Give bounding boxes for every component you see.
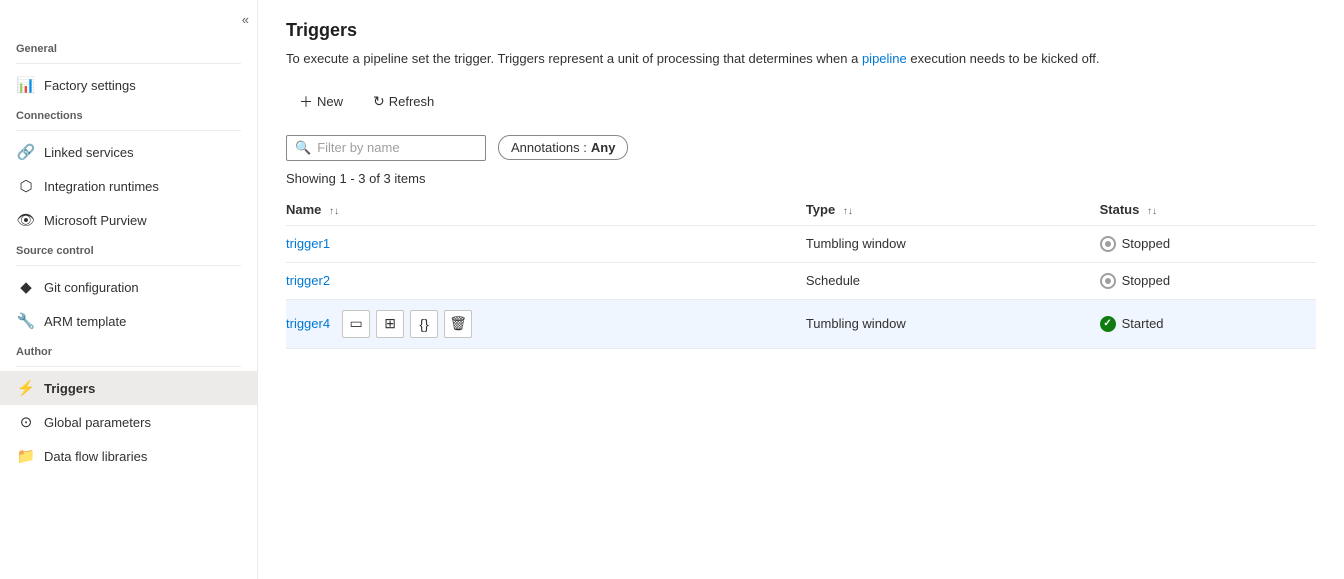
linked-services-icon: 🔗	[16, 143, 36, 161]
section-label-source-control: Source control	[0, 237, 257, 261]
arm-template-icon: 🔧	[16, 312, 36, 330]
sidebar-item-label-triggers: Triggers	[44, 381, 95, 396]
sidebar-item-label-linked-services: Linked services	[44, 145, 134, 160]
sidebar-item-global-parameters[interactable]: ⊙ Global parameters	[0, 405, 257, 439]
col-header-status[interactable]: Status ↑↓	[1100, 194, 1316, 226]
toolbar: ＋ New ↻ Refresh	[286, 85, 1316, 119]
sidebar-item-label-git-configuration: Git configuration	[44, 280, 139, 295]
sidebar-item-label-integration-runtimes: Integration runtimes	[44, 179, 159, 194]
type-sort-icon: ↑↓	[843, 206, 853, 217]
json-button[interactable]: {}	[410, 310, 438, 338]
collapse-button[interactable]: «	[0, 8, 257, 35]
trigger-link-trigger1[interactable]: trigger1	[286, 236, 330, 251]
delete-button[interactable]: 🗑	[444, 310, 472, 338]
search-icon: 🔍	[295, 140, 311, 156]
trigger-link-trigger2[interactable]: trigger2	[286, 273, 330, 288]
git-configuration-icon: ◆	[16, 278, 36, 296]
name-sort-icon: ↑↓	[329, 206, 339, 217]
sidebar-item-label-arm-template: ARM template	[44, 314, 126, 329]
new-icon: ＋	[299, 92, 313, 112]
sidebar-item-label-data-flow-libraries: Data flow libraries	[44, 449, 147, 464]
status-text-trigger4: Started	[1122, 316, 1164, 331]
status-text-trigger2: Stopped	[1122, 273, 1170, 288]
microsoft-purview-icon: 👁	[16, 211, 36, 229]
status-icon-trigger2	[1100, 273, 1116, 289]
type-cell-trigger2: Schedule	[806, 262, 1100, 299]
table-row: trigger1 Tumbling window Stopped	[286, 225, 1316, 262]
section-label-author: Author	[0, 338, 257, 362]
divider-general	[16, 63, 241, 64]
sidebar-item-label-global-parameters: Global parameters	[44, 415, 151, 430]
page-description: To execute a pipeline set the trigger. T…	[286, 49, 1316, 69]
annotations-label: Annotations :	[511, 140, 587, 155]
factory-settings-icon: 📊	[16, 76, 36, 94]
sidebar-item-git-configuration[interactable]: ◆ Git configuration	[0, 270, 257, 304]
annotations-value: Any	[591, 140, 616, 155]
filter-row: 🔍 Annotations : Any	[286, 135, 1316, 161]
trigger-link-trigger4[interactable]: trigger4	[286, 316, 330, 331]
status-icon-trigger4	[1100, 316, 1116, 332]
type-cell-trigger4: Tumbling window	[806, 299, 1100, 348]
sidebar-item-microsoft-purview[interactable]: 👁 Microsoft Purview	[0, 203, 257, 237]
desc-text-2: execution needs to be kicked off.	[907, 51, 1100, 66]
global-parameters-icon: ⊙	[16, 413, 36, 431]
main-content: Triggers To execute a pipeline set the t…	[258, 0, 1344, 579]
items-count: Showing 1 - 3 of 3 items	[286, 171, 1316, 186]
filter-input[interactable]	[317, 140, 477, 155]
sidebar-item-data-flow-libraries[interactable]: 📁 Data flow libraries	[0, 439, 257, 473]
row-actions: ▭⊞{}🗑	[342, 310, 472, 338]
desc-pipeline-link[interactable]: pipeline	[862, 51, 907, 66]
desc-text-1: To execute a pipeline set the trigger. T…	[286, 51, 862, 66]
sidebar-item-factory-settings[interactable]: 📊 Factory settings	[0, 68, 257, 102]
status-text-trigger1: Stopped	[1122, 236, 1170, 251]
page-title: Triggers	[286, 20, 1316, 41]
table-row: trigger2 Schedule Stopped	[286, 262, 1316, 299]
table-row: trigger4 ▭⊞{}🗑 Tumbling window Started	[286, 299, 1316, 348]
refresh-icon: ↻	[373, 93, 385, 110]
status-sort-icon: ↑↓	[1147, 206, 1157, 217]
status-icon-trigger1	[1100, 236, 1116, 252]
section-label-general: General	[0, 35, 257, 59]
refresh-label: Refresh	[389, 94, 435, 109]
sidebar-item-integration-runtimes[interactable]: ⬡ Integration runtimes	[0, 169, 257, 203]
annotations-filter-button[interactable]: Annotations : Any	[498, 135, 628, 160]
type-cell-trigger1: Tumbling window	[806, 225, 1100, 262]
col-header-type[interactable]: Type ↑↓	[806, 194, 1100, 226]
sidebar-item-arm-template[interactable]: 🔧 ARM template	[0, 304, 257, 338]
section-label-connections: Connections	[0, 102, 257, 126]
filter-input-wrap: 🔍	[286, 135, 486, 161]
new-button[interactable]: ＋ New	[286, 85, 356, 119]
copy-button[interactable]: ⊞	[376, 310, 404, 338]
sidebar-item-linked-services[interactable]: 🔗 Linked services	[0, 135, 257, 169]
divider-source-control	[16, 265, 241, 266]
sidebar: « General 📊 Factory settings Connections 🔗 Li…	[0, 0, 258, 579]
refresh-button[interactable]: ↻ Refresh	[360, 86, 447, 117]
col-header-name[interactable]: Name ↑↓	[286, 194, 806, 226]
divider-connections	[16, 130, 241, 131]
data-flow-libraries-icon: 📁	[16, 447, 36, 465]
sidebar-item-label-factory-settings: Factory settings	[44, 78, 136, 93]
divider-author	[16, 366, 241, 367]
new-label: New	[317, 94, 343, 109]
triggers-icon: ⚡	[16, 379, 36, 397]
run-button[interactable]: ▭	[342, 310, 370, 338]
sidebar-item-triggers[interactable]: ⚡ Triggers	[0, 371, 257, 405]
integration-runtimes-icon: ⬡	[16, 177, 36, 195]
sidebar-item-label-microsoft-purview: Microsoft Purview	[44, 213, 147, 228]
collapse-icon: «	[242, 12, 249, 27]
triggers-table: Name ↑↓ Type ↑↓ Status ↑↓ trigger1 Tumbli…	[286, 194, 1316, 349]
